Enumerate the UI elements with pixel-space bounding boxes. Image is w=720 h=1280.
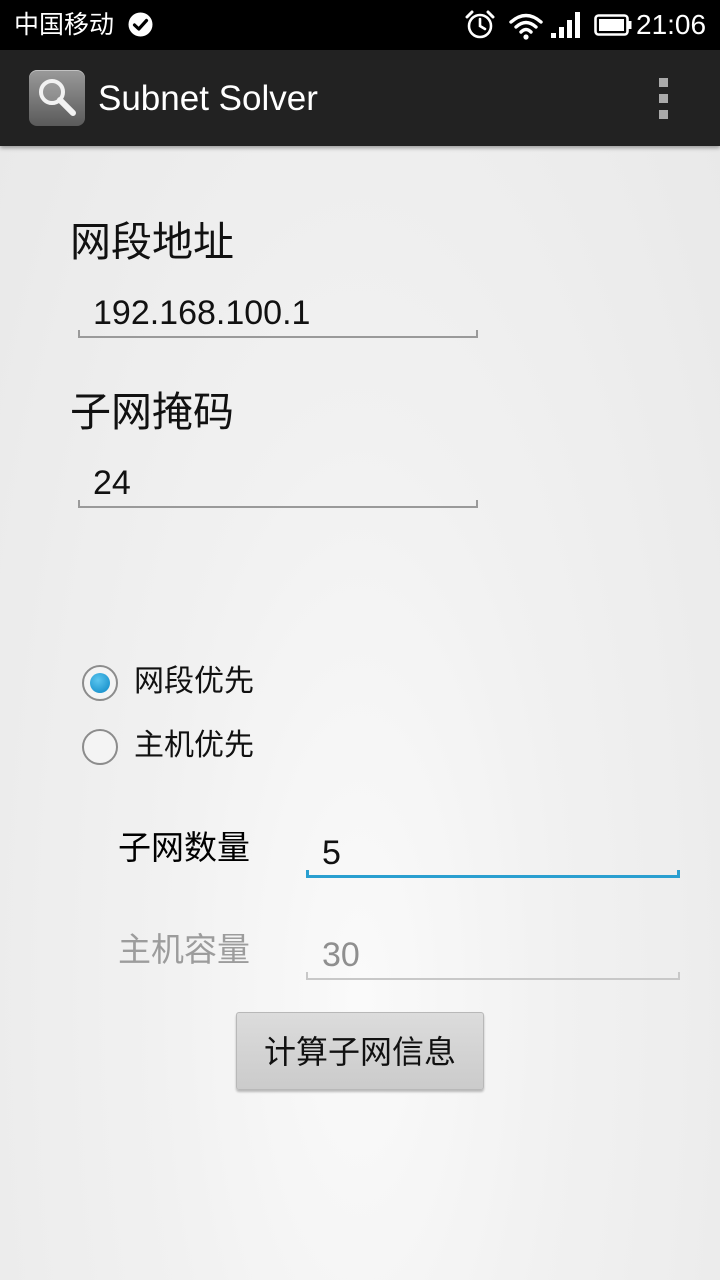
host-capacity-input: 30: [306, 932, 680, 980]
check-circle-icon: [128, 12, 153, 37]
magnifier-icon[interactable]: [29, 70, 85, 126]
input-underline: [78, 500, 478, 508]
network-address-label: 网段地址: [70, 218, 234, 266]
host-capacity-value: 30: [322, 936, 360, 974]
wifi-icon: [509, 13, 543, 40]
alarm-icon: [465, 10, 495, 39]
status-bar: 中国移动 21:06: [0, 0, 720, 50]
carrier-name: 中国移动: [14, 10, 115, 39]
magnifier-glyph-icon: [39, 79, 76, 116]
radio-button-checked[interactable]: [82, 665, 118, 701]
subnet-count-input[interactable]: 5: [306, 830, 680, 878]
overflow-menu-icon[interactable]: [646, 76, 682, 122]
battery-icon: [594, 14, 632, 36]
radio-button-unchecked[interactable]: [82, 729, 118, 765]
subnet-mask-value: 24: [93, 464, 131, 502]
radio-label: 主机优先: [134, 728, 254, 763]
input-underline: [78, 330, 478, 338]
network-address-value: 192.168.100.1: [93, 294, 311, 332]
host-capacity-label: 主机容量: [118, 930, 250, 969]
calculate-subnet-button[interactable]: 计算子网信息: [236, 1012, 484, 1090]
input-underline-focused: [306, 870, 680, 878]
network-address-input[interactable]: 192.168.100.1: [78, 290, 478, 338]
subnet-count-value: 5: [322, 834, 341, 872]
radio-label: 网段优先: [134, 664, 254, 699]
subnet-mask-label: 子网掩码: [70, 388, 234, 436]
subnet-mask-input[interactable]: 24: [78, 460, 478, 508]
app-title: Subnet Solver: [98, 79, 318, 118]
action-bar: Subnet Solver: [0, 50, 720, 146]
signal-icon: [551, 12, 580, 38]
input-underline-disabled: [306, 972, 680, 980]
clock: 21:06: [636, 9, 707, 40]
subnet-count-label: 子网数量: [118, 828, 250, 867]
